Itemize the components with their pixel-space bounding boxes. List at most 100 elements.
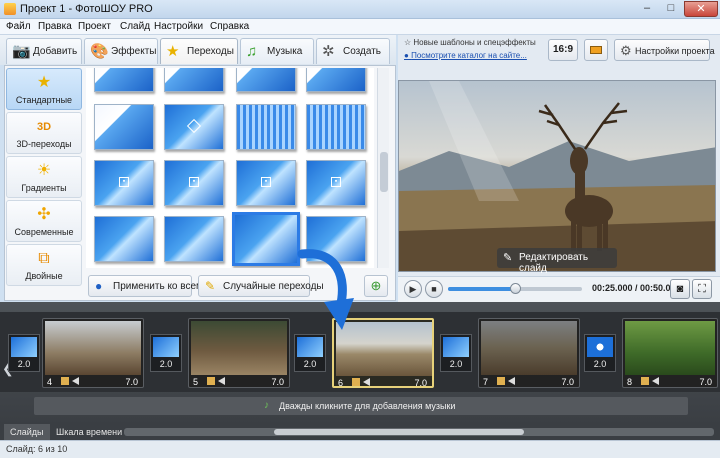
globe-icon: ● xyxy=(95,279,103,293)
timeline-scrollbar-thumb[interactable] xyxy=(274,429,524,435)
transition-thumb[interactable] xyxy=(306,68,366,92)
fullscreen-icon: ⛶ xyxy=(698,283,706,295)
edit-icon[interactable] xyxy=(497,377,505,385)
transition-thumb[interactable] xyxy=(164,104,224,150)
timeline-slide[interactable]: 4 7.0 xyxy=(42,318,144,388)
gear-icon: ⚙ xyxy=(620,43,632,58)
slide-thumbnail xyxy=(191,321,287,375)
timeline-transition[interactable]: 2.0 xyxy=(440,334,472,372)
transition-grid: ▪ ▪ ▪ ▪ xyxy=(86,68,374,268)
edit-icon[interactable] xyxy=(352,378,360,386)
category-modern[interactable]: ✣ Современные xyxy=(6,200,82,242)
playback-time: 00:25.000 / 00:50.000 xyxy=(592,283,681,293)
menu-project[interactable]: Проект xyxy=(78,21,111,32)
palette-icon: 🎨 xyxy=(90,43,109,60)
play-icon: ▶ xyxy=(409,284,417,294)
transition-thumb[interactable]: ▪ xyxy=(164,160,224,206)
monitor-icon xyxy=(590,46,602,54)
timeline-slide[interactable]: 8 7.0 xyxy=(622,318,718,388)
play-button[interactable]: ▶ xyxy=(404,280,422,298)
timeline-slide[interactable]: 7 7.0 xyxy=(478,318,580,388)
transition-thumb[interactable] xyxy=(236,68,296,92)
maximize-button[interactable]: □ xyxy=(660,1,682,17)
sound-icon[interactable] xyxy=(363,378,370,386)
transition-thumb[interactable]: ▪ xyxy=(236,160,296,206)
sound-icon[interactable] xyxy=(652,377,659,385)
main-tabs: 📷 Добавить 🎨 Эффекты ★ Переходы ♫ Музыка… xyxy=(0,35,396,65)
transition-thumb[interactable] xyxy=(94,104,154,150)
timeline-slide[interactable]: 5 7.0 xyxy=(188,318,290,388)
timeline-transition[interactable]: 2.0 xyxy=(584,334,616,372)
category-3d[interactable]: 3D 3D-переходы xyxy=(6,112,82,154)
edit-slide-button[interactable]: ✎ Редактировать слайд xyxy=(497,248,617,274)
tab-create[interactable]: ✲ Создать xyxy=(316,38,390,64)
category-double[interactable]: ⧉ Двойные xyxy=(6,244,82,286)
sound-icon[interactable] xyxy=(72,377,79,385)
timeline-transition[interactable]: 2.0 xyxy=(8,334,40,372)
apply-to-all-button[interactable]: ● Применить ко всем xyxy=(88,275,203,297)
edit-icon[interactable] xyxy=(641,377,649,385)
transition-thumb[interactable] xyxy=(306,104,366,150)
star-icon: ★ xyxy=(166,43,180,60)
music-note-icon: ♪ xyxy=(264,400,269,411)
tab-slides[interactable]: Слайды xyxy=(4,424,50,440)
tab-effects[interactable]: 🎨 Эффекты xyxy=(84,38,158,64)
stop-icon: ■ xyxy=(431,284,437,294)
category-standard[interactable]: ★ Стандартные xyxy=(6,68,82,110)
menu-file[interactable]: Файл xyxy=(6,21,31,32)
3d-icon: 3D xyxy=(36,121,52,133)
close-button[interactable]: ✕ xyxy=(684,1,718,17)
tab-timeline[interactable]: Шкала времени xyxy=(50,424,128,440)
timeline-scrollbar[interactable] xyxy=(124,428,714,436)
transition-thumb[interactable] xyxy=(94,216,154,262)
transition-thumb[interactable] xyxy=(236,104,296,150)
menu-help[interactable]: Справка xyxy=(210,21,249,32)
transition-thumb[interactable]: ▪ xyxy=(306,160,366,206)
add-transition-button[interactable]: ⊕ xyxy=(364,275,388,297)
music-track[interactable]: ♪ Дважды кликните для добавления музыки xyxy=(34,397,688,415)
timeline-transition[interactable]: 2.0 xyxy=(150,334,182,372)
gradient-icon: ☀ xyxy=(36,162,52,179)
fullscreen-button[interactable]: ⛶ xyxy=(692,279,712,299)
menu-edit[interactable]: Правка xyxy=(38,21,72,32)
transition-preview xyxy=(153,337,179,357)
playback-handle[interactable] xyxy=(510,283,521,294)
slide-thumbnail xyxy=(481,321,577,375)
transition-thumb[interactable] xyxy=(164,68,224,92)
camera-icon: ◙ xyxy=(676,283,684,295)
pencil-icon: ✎ xyxy=(503,252,513,264)
tab-music[interactable]: ♫ Музыка xyxy=(240,38,314,64)
transition-preview xyxy=(587,337,613,357)
title-bar: Проект 1 - ФотоШОУ PRO – □ ✕ xyxy=(0,0,720,19)
category-gradients[interactable]: ☀ Градиенты xyxy=(6,156,82,198)
tab-add[interactable]: 📷 Добавить xyxy=(6,38,82,64)
project-settings-button[interactable]: ⚙ Настройки проекта xyxy=(614,39,715,61)
slide-thumbnail xyxy=(625,321,715,375)
catalog-link[interactable]: ● Посмотрите каталог на сайте... xyxy=(404,51,527,60)
edit-icon[interactable] xyxy=(207,377,215,385)
display-button[interactable] xyxy=(584,39,608,61)
menu-settings[interactable]: Настройки xyxy=(154,21,203,32)
grid-scrollbar-thumb[interactable] xyxy=(380,152,388,192)
stop-button[interactable]: ■ xyxy=(425,280,443,298)
transition-thumb[interactable]: ▪ xyxy=(94,160,154,206)
snapshot-button[interactable]: ◙ xyxy=(670,279,690,299)
sound-icon[interactable] xyxy=(218,377,225,385)
grid-scrollbar[interactable] xyxy=(377,68,389,268)
random-transitions-button[interactable]: ✎ Случайные переходы xyxy=(198,275,324,297)
menu-slide[interactable]: Слайд xyxy=(120,21,150,32)
edit-icon[interactable] xyxy=(61,377,69,385)
transition-thumb[interactable] xyxy=(164,216,224,262)
timeline-transition[interactable]: 2.0 xyxy=(294,334,326,372)
aspect-ratio-button[interactable]: 16:9 xyxy=(548,39,578,61)
tab-transitions[interactable]: ★ Переходы xyxy=(160,38,238,64)
transition-thumb-selected[interactable] xyxy=(232,212,300,266)
transition-thumb[interactable] xyxy=(94,68,154,92)
menu-bar: Файл Правка Проект Слайд Настройки Справ… xyxy=(0,19,720,35)
slide-preview xyxy=(398,80,716,272)
news-text: ☆ Новые шаблоны и спецэффекты xyxy=(404,38,536,47)
minimize-button[interactable]: – xyxy=(636,1,658,17)
sound-icon[interactable] xyxy=(508,377,515,385)
slide-counter: Слайд: 6 из 10 xyxy=(6,444,68,454)
camera-icon: 📷 xyxy=(12,43,31,60)
